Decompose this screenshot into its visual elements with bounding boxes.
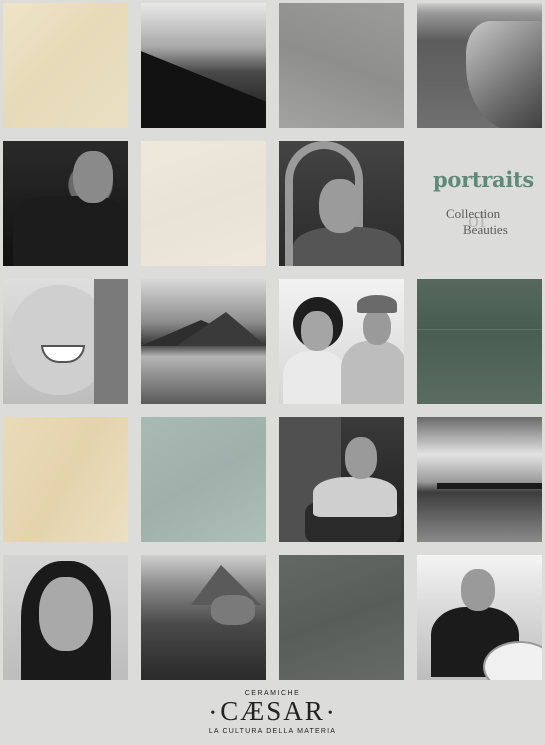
jetty bbox=[437, 483, 542, 489]
portrait-face bbox=[73, 151, 113, 203]
sage-stone-tile bbox=[141, 417, 266, 542]
portrait-face bbox=[319, 179, 361, 233]
slate-stone-tile bbox=[279, 555, 404, 680]
logo-dot-left-icon: • bbox=[210, 705, 218, 721]
portrait-face bbox=[461, 569, 495, 611]
beige-stone-tile-1 bbox=[3, 3, 128, 128]
portraits-text-tile: portraits of Collection Beauties bbox=[417, 141, 542, 266]
portraits-beauties-word: Beauties bbox=[463, 222, 508, 237]
ridge-silhouette bbox=[141, 43, 266, 128]
green-stone-tile bbox=[417, 279, 542, 404]
smiling-woman-portrait bbox=[3, 279, 128, 404]
elderly-man-armchair-portrait bbox=[279, 417, 404, 542]
curly-hair-man-portrait bbox=[279, 141, 404, 266]
seascape-jetty-photo bbox=[417, 417, 542, 542]
portraits-title: portraits bbox=[433, 167, 534, 192]
couple-portrait bbox=[279, 279, 404, 404]
logo-dot-right-icon: • bbox=[327, 705, 335, 721]
portrait-body bbox=[13, 196, 128, 266]
grey-stone-tile bbox=[279, 3, 404, 128]
man-face bbox=[363, 309, 391, 345]
dark-hair-woman-portrait bbox=[3, 555, 128, 680]
beige-stone-tile-2 bbox=[3, 417, 128, 542]
portrait-hair bbox=[94, 279, 128, 404]
logo-tagline: LA CULTURA DELLA MATERIA bbox=[208, 727, 337, 735]
man-body bbox=[341, 341, 404, 404]
logo-brand: • CÆSAR • bbox=[0, 697, 545, 728]
mountain-valley-photo bbox=[141, 555, 266, 680]
brand-logo: CERAMICHE • CÆSAR • LA CULTURA DELLA MATER… bbox=[0, 690, 545, 735]
portraits-collection-word: Collection bbox=[446, 206, 501, 221]
mountain-right bbox=[176, 312, 266, 346]
woman-face bbox=[301, 311, 333, 351]
portrait-face bbox=[345, 437, 377, 479]
cowboy-hat bbox=[357, 295, 397, 313]
cliff-rock bbox=[466, 21, 542, 128]
boulder bbox=[211, 595, 255, 625]
bearded-man-portrait bbox=[3, 141, 128, 266]
portrait-face bbox=[39, 577, 93, 651]
portrait-body bbox=[313, 477, 397, 517]
coastal-cliffs-photo bbox=[417, 3, 542, 128]
woman-body bbox=[283, 351, 347, 404]
cream-stone-tile bbox=[141, 141, 266, 266]
surfer-portrait bbox=[417, 555, 542, 680]
logo-brand-name: CÆSAR bbox=[220, 696, 325, 726]
portrait-body bbox=[293, 227, 401, 266]
hikers-ridge-photo bbox=[141, 3, 266, 128]
mountain-lake-photo bbox=[141, 279, 266, 404]
tile-grid: portraits of Collection Beauties bbox=[3, 3, 542, 680]
